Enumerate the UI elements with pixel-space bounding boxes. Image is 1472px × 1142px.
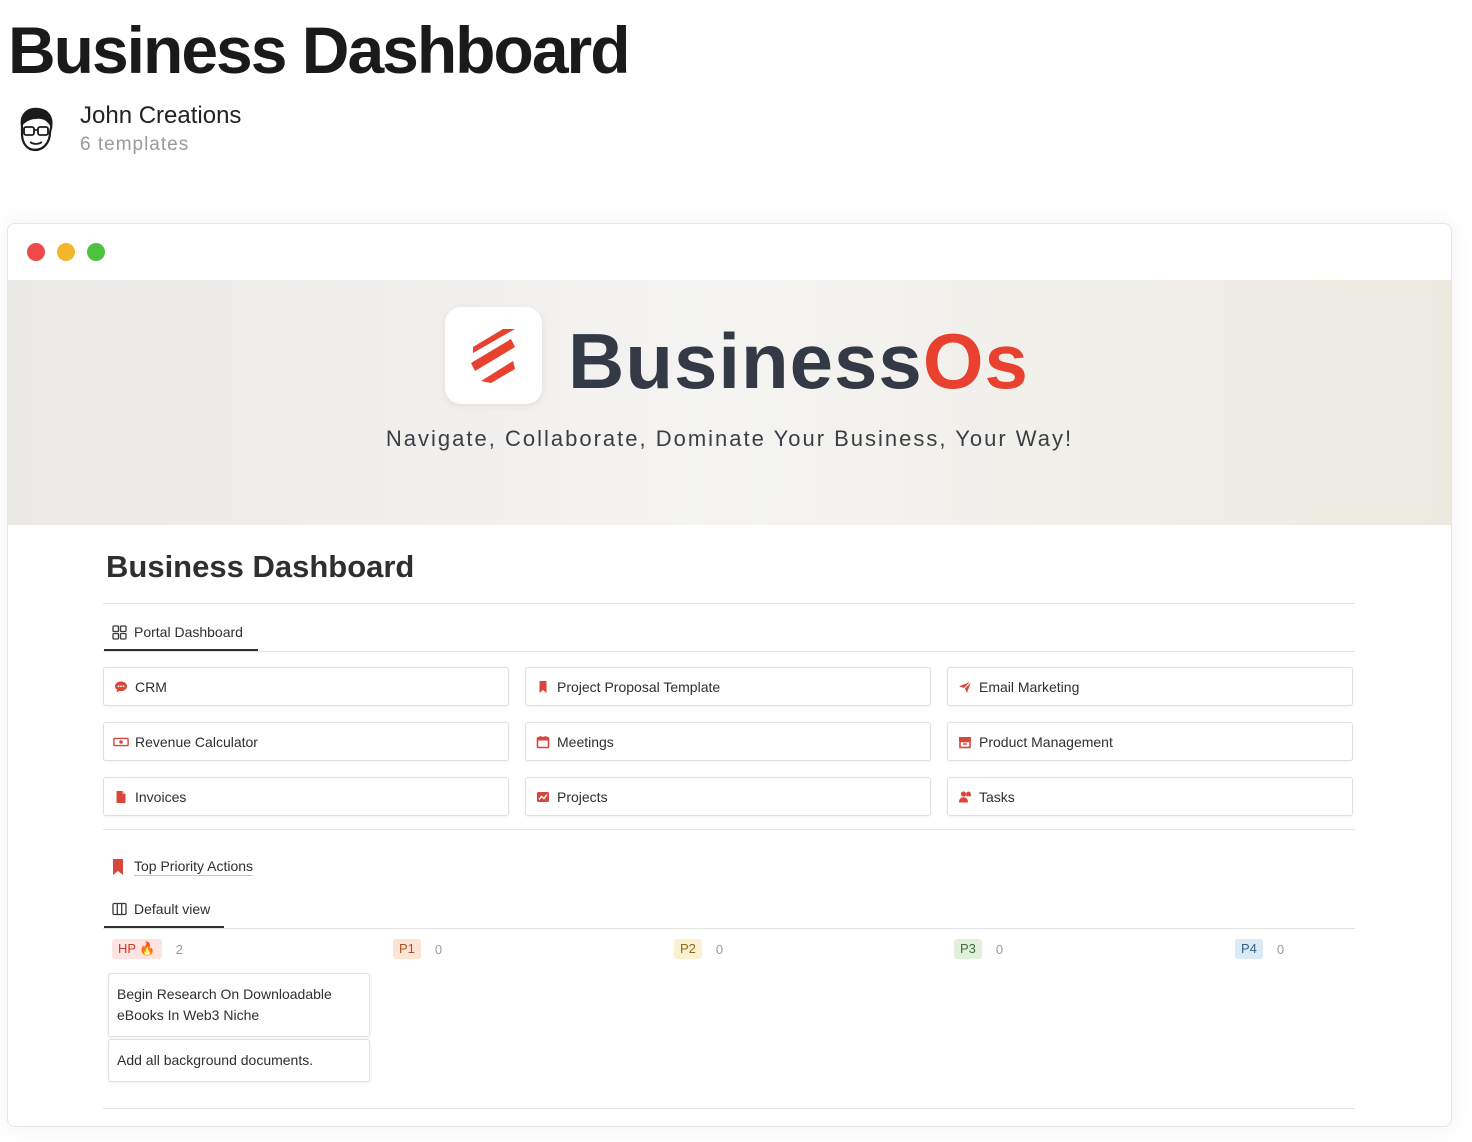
- window-minimize-dot: [57, 243, 75, 261]
- link-card-email-marketing[interactable]: Email Marketing: [947, 667, 1353, 706]
- brand-logo: [445, 307, 542, 404]
- section-title-label: Top Priority Actions: [134, 858, 254, 876]
- brand-tagline: Navigate, Collaborate, Dominate Your Bus…: [385, 426, 1074, 451]
- board-column-hp[interactable]: HP 🔥 2: [112, 939, 183, 959]
- link-card-projects[interactable]: Projects: [525, 777, 931, 816]
- priority-badge: HP 🔥: [112, 939, 162, 959]
- link-card-revenue-calculator[interactable]: Revenue Calculator: [103, 722, 509, 761]
- board-column-p1[interactable]: P1 0: [393, 939, 442, 959]
- link-card-label: CRM: [135, 678, 167, 695]
- author-template-count: 6 templates: [80, 134, 190, 155]
- author-name[interactable]: John Creations: [80, 102, 241, 130]
- avatar: [20, 107, 53, 152]
- page-title: Business Dashboard: [8, 13, 631, 87]
- grid-icon: [112, 624, 127, 640]
- column-count: 0: [715, 941, 724, 957]
- window-maximize-dot: [87, 243, 105, 261]
- link-card-label: Meetings: [557, 733, 614, 750]
- link-card-label: Invoices: [135, 788, 187, 805]
- column-count: 0: [995, 941, 1004, 957]
- bookmark-icon: [535, 679, 551, 695]
- link-card-label: Project Proposal Template: [557, 678, 721, 695]
- document-icon: [113, 789, 129, 805]
- link-card-label: Tasks: [979, 788, 1015, 805]
- board-column-p4[interactable]: P4 0: [1235, 939, 1284, 959]
- tab-portal-dashboard[interactable]: Portal Dashboard: [112, 621, 243, 643]
- brand-wordmark-accent: Os: [922, 317, 1029, 405]
- link-card-project-proposal-template[interactable]: Project Proposal Template: [525, 667, 931, 706]
- divider: [103, 603, 1355, 604]
- tab-default-view[interactable]: Default view: [112, 898, 210, 920]
- paper-plane-icon: [957, 679, 973, 695]
- cash-icon: [113, 734, 129, 750]
- board-card[interactable]: Begin Research On Downloadable eBooks In…: [108, 973, 370, 1037]
- tab-label: Portal Dashboard: [134, 624, 243, 640]
- dashboard-title: Business Dashboard: [106, 549, 415, 584]
- link-card-tasks[interactable]: Tasks: [947, 777, 1353, 816]
- top-priority-actions-heading[interactable]: Top Priority Actions: [111, 858, 254, 876]
- brand-wordmark: BusinessOs: [568, 316, 1029, 406]
- board-column-p2[interactable]: P2 0: [674, 939, 723, 959]
- link-card-label: Email Marketing: [979, 678, 1080, 695]
- archive-box-icon: [957, 734, 973, 750]
- bookmark-icon: [113, 859, 123, 875]
- window-close-dot: [27, 243, 45, 261]
- link-card-invoices[interactable]: Invoices: [103, 777, 509, 816]
- tab-label: Default view: [134, 901, 211, 917]
- cover-banner: BusinessOs Navigate, Collaborate, Domina…: [8, 280, 1451, 525]
- board-card[interactable]: Add all background documents.: [108, 1039, 370, 1082]
- link-card-label: Revenue Calculator: [135, 733, 258, 750]
- link-card-label: Projects: [557, 788, 608, 805]
- link-card-crm[interactable]: CRM: [103, 667, 509, 706]
- priority-badge: P4: [1235, 939, 1263, 959]
- brand-wordmark-main: Business: [568, 317, 923, 405]
- chat-bubble-icon: [113, 679, 129, 695]
- board-icon: [112, 902, 127, 916]
- board-column-p3[interactable]: P3 0: [954, 939, 1003, 959]
- chart-icon: [535, 789, 551, 805]
- brand-logo-icon: [471, 329, 515, 383]
- calendar-icon: [535, 734, 551, 750]
- link-card-meetings[interactable]: Meetings: [525, 722, 931, 761]
- divider: [103, 829, 1355, 830]
- column-count: 2: [175, 941, 183, 957]
- divider: [103, 651, 1355, 652]
- column-count: 0: [434, 941, 443, 957]
- column-count: 0: [1276, 941, 1285, 957]
- link-card-label: Product Management: [979, 733, 1113, 750]
- preview-window: BusinessOs Navigate, Collaborate, Domina…: [7, 223, 1452, 1127]
- user-bell-icon: [957, 789, 973, 805]
- link-card-product-management[interactable]: Product Management: [947, 722, 1353, 761]
- priority-badge: P1: [393, 939, 421, 959]
- priority-badge: P3: [954, 939, 982, 959]
- dashboard-content: Business Dashboard Portal Dashboard CRM: [8, 525, 1451, 1126]
- divider: [103, 928, 1355, 929]
- divider: [103, 1108, 1355, 1109]
- priority-badge: P2: [674, 939, 702, 959]
